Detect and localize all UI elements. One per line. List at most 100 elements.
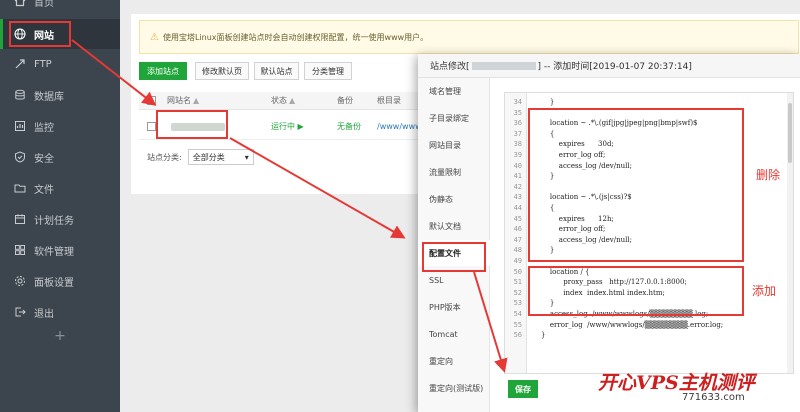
sidebar-item-security[interactable]: 安全 [0,142,120,172]
category-label: 站点分类: [147,152,182,162]
line-number: 34 [513,98,522,106]
add-site-button[interactable]: 添加站点 [139,62,187,80]
database-icon [14,89,26,101]
calendar-icon [14,213,26,225]
sidebar-item-cron[interactable]: 计划任务 [0,204,120,234]
site-backup[interactable]: 无备份 [337,114,361,139]
sidebar-item-label: 首页 [34,0,54,9]
delete-note: 删除 [756,168,781,182]
sidebar-item-label: 文件 [34,184,54,196]
category-filter: 站点分类: 全部分类 ▾ [147,149,254,165]
tab-domain[interactable]: 域名管理 [418,78,490,104]
watermark: 开心VPS主机测评 771633.com [598,368,798,412]
tab-traffic-limit[interactable]: 流量限制 [418,159,490,185]
sidebar-item-label: 软件管理 [34,246,74,258]
line-number: 37 [513,129,522,138]
sidebar-item-software[interactable]: 软件管理 [0,235,120,265]
line-number: 38 [513,140,522,149]
sidebar-item-database[interactable]: 数据库 [0,80,120,110]
site-edit-modal: 站点修改[] -- 添加时间[2019-01-07 20:37:14] 域名管理… [418,54,800,412]
default-site-button[interactable]: 默认站点 [254,62,299,80]
tab-rewrite[interactable]: 伪静态 [418,186,490,212]
tab-redirect[interactable]: 重定向 [418,348,490,374]
category-manage-button[interactable]: 分类管理 [304,62,352,80]
line-number: 55 [513,320,522,329]
line-number: 35 [513,108,522,117]
grid-icon [14,244,26,256]
line-number: 41 [513,172,522,181]
editor-scrollbar[interactable] [787,93,793,373]
notice-text: 使用宝塔Linux面板创建站点时会自动创建权限配置，统一使用www用户。 [162,32,429,42]
line-number-gutter: 34 35 36 37 38 39 40 41 42 43 44 45 46 47 48 49 50 51 52 53… [505,93,527,373]
line-number: 51 [513,278,522,287]
add-nav-button[interactable]: + [0,328,120,344]
sidebar-item-label: 面板设置 [34,277,74,289]
sidebar-item-monitor[interactable]: 监控 [0,111,120,141]
code-line: error_log /www/wwwlogs/▒▒▒▒▒▒▒▒.error.lo… [541,320,724,329]
line-number: 45 [513,214,522,223]
column-header-backup: 备份 [337,96,353,105]
sidebar-item-label: FTP [34,58,52,70]
add-highlight [528,266,744,316]
category-select[interactable]: 全部分类 ▾ [187,149,254,165]
line-number: 47 [513,235,522,244]
column-header-name[interactable]: 网站名 ▲ [167,92,199,109]
line-number: 56 [513,331,522,340]
line-number: 48 [513,246,522,255]
line-number: 46 [513,225,522,234]
site-status[interactable]: 运行中 ▶ [271,114,304,139]
config-tab-highlight [422,242,486,272]
code-line: } [541,331,546,340]
edit-default-page-button[interactable]: 修改默认页 [195,62,249,80]
folder-icon [14,182,26,194]
sidebar-item-files[interactable]: 文件 [0,173,120,203]
sidebar-item-label: 数据库 [34,91,64,103]
select-all-checkbox[interactable] [147,96,156,105]
warning-icon: ⚠ [150,31,159,43]
caret-down-icon: ▾ [244,152,249,162]
sidebar-item-logout[interactable]: 退出 [0,297,120,327]
line-number: 54 [513,310,522,318]
sidebar-item-label: 安全 [34,153,54,165]
modal-title: 站点修改[] -- 添加时间[2019-01-07 20:37:14] [418,54,800,78]
sidebar-item-label: 退出 [34,308,54,320]
logout-icon [14,306,26,318]
row-checkbox[interactable] [147,122,156,131]
notice-bar: ⚠ 使用宝塔Linux面板创建站点时会自动创建权限配置，统一使用www用户。 [139,20,799,54]
line-number: 49 [513,257,522,265]
home-icon [14,0,26,7]
sidebar: 首页 网站 FTP 数据库 监控 安全 文件 计划任务 软件管理 面板设置 退出… [0,0,120,412]
tab-subdirectory[interactable]: 子目录绑定 [418,105,490,131]
sidebar-item-ftp[interactable]: FTP [0,49,120,79]
site-name-highlight [156,110,228,139]
sidebar-item-settings[interactable]: 面板设置 [0,266,120,296]
tab-default-doc[interactable]: 默认文档 [418,213,490,239]
ftp-icon [14,58,26,70]
line-number: 40 [513,161,522,170]
tab-tomcat[interactable]: Tomcat [418,321,490,347]
save-button[interactable]: 保存 [508,380,538,398]
column-header-root: 根目录 [377,96,401,105]
line-number: 36 [513,119,522,128]
line-number: 44 [513,204,522,212]
tab-redirect-beta[interactable]: 重定向(测试版) [418,375,490,401]
sidebar-item-home[interactable]: 首页 [0,0,120,16]
column-header-status[interactable]: 状态 ▲ [271,92,295,109]
line-number: 39 [513,151,522,159]
line-number: 53 [513,299,522,308]
watermark-title: 开心VPS主机测评 [598,372,755,394]
monitor-icon [14,120,26,132]
line-number: 42 [513,182,522,191]
code-line: } [541,98,555,106]
website-nav-highlight [9,21,71,47]
line-number: 43 [513,193,522,202]
shield-icon [14,151,26,163]
tab-site-directory[interactable]: 网站目录 [418,132,490,158]
sidebar-item-label: 计划任务 [34,215,74,227]
tab-php-version[interactable]: PHP版本 [418,294,490,320]
add-note: 添加 [752,284,777,298]
watermark-url: 771633.com [682,392,745,403]
settings-icon [14,275,26,287]
line-number: 52 [513,288,522,297]
sidebar-item-label: 监控 [34,122,54,134]
